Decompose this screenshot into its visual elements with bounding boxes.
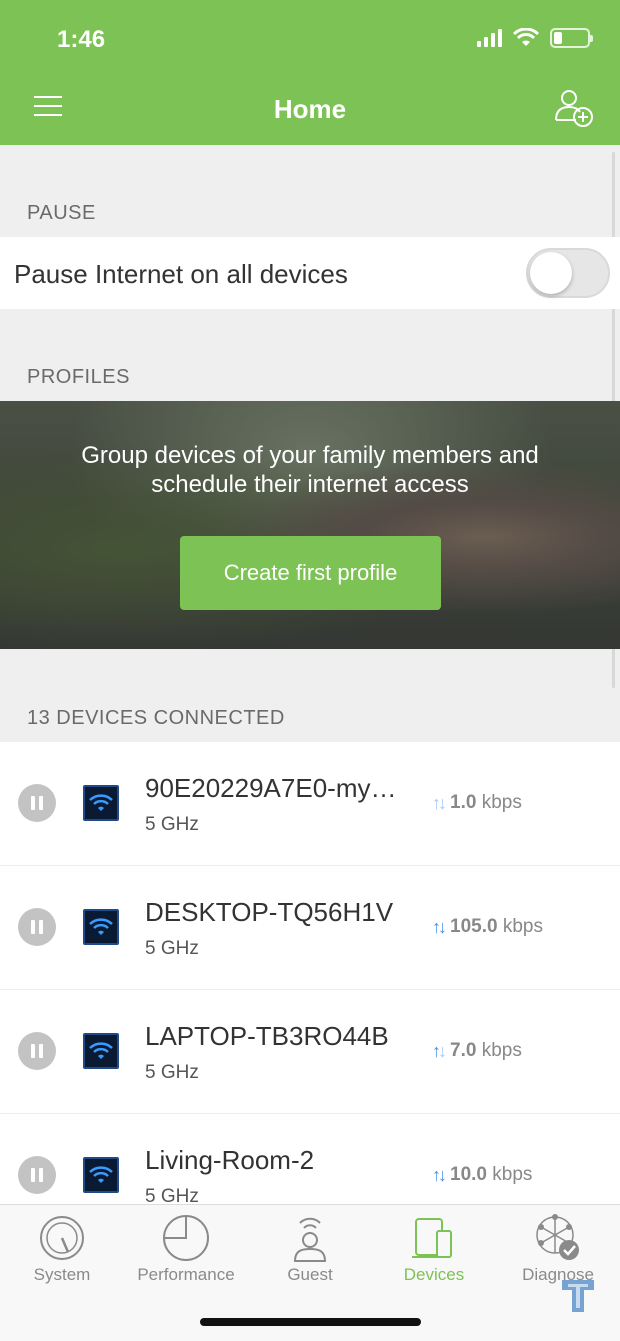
device-rate-unit: kbps	[492, 1164, 533, 1185]
device-rate-unit: kbps	[481, 792, 522, 813]
network-check-icon	[536, 1214, 579, 1260]
watermark-logo-icon	[562, 1280, 594, 1312]
device-band: 5 GHz	[145, 938, 199, 959]
device-rate-value: 1.0	[450, 792, 477, 813]
device-rate-value: 105.0	[450, 916, 498, 937]
pause-device-button[interactable]	[18, 908, 56, 946]
page-title: Home	[273, 94, 347, 124]
guest-wifi-icon	[293, 1217, 327, 1262]
device-row[interactable]: DESKTOP-TQ56H1V 5 GHz ↑↓ 105.0 kbps	[0, 866, 620, 990]
device-name: DESKTOP-TQ56H1V	[145, 897, 394, 927]
home-indicator[interactable]	[200, 1318, 421, 1326]
device-rate: ↑↓ 10.0 kbps	[432, 1164, 532, 1186]
device-rate-unit: kbps	[481, 1040, 522, 1061]
devices-section-label: 13 DEVICES CONNECTED	[27, 707, 285, 729]
pause-device-button[interactable]	[18, 1156, 56, 1194]
device-rate-value: 7.0	[450, 1040, 477, 1061]
device-list: 90E20229A7E0-my… 5 GHz ↑↓ 1.0 kbps DESKT…	[0, 742, 620, 1204]
create-profile-button[interactable]: Create first profile	[180, 536, 441, 610]
wifi-device-icon	[83, 1033, 119, 1069]
device-rate: ↑↓ 7.0 kbps	[432, 1040, 522, 1062]
device-name: LAPTOP-TB3RO44B	[145, 1021, 389, 1051]
device-row[interactable]: LAPTOP-TB3RO44B 5 GHz ↑↓ 7.0 kbps	[0, 990, 620, 1114]
pause-device-button[interactable]	[18, 1032, 56, 1070]
status-time: 1:46	[57, 26, 106, 53]
device-rate: ↑↓ 105.0 kbps	[432, 916, 543, 938]
device-name: Living-Room-2	[145, 1145, 315, 1175]
tab-devices-label: Devices	[403, 1265, 465, 1284]
device-band: 5 GHz	[145, 1186, 199, 1204]
tab-guest-label: Guest	[287, 1265, 333, 1284]
pie-chart-icon	[163, 1215, 209, 1261]
traffic-arrows-icon: ↑↓	[432, 792, 447, 813]
traffic-arrows-icon: ↑↓	[432, 1040, 447, 1061]
pause-internet-toggle[interactable]	[526, 248, 610, 298]
traffic-arrows-icon: ↑↓	[432, 916, 447, 937]
device-rate: ↑↓ 1.0 kbps	[432, 792, 522, 814]
wifi-status-icon	[512, 28, 540, 46]
gauge-icon	[40, 1216, 84, 1260]
tab-performance-label: Performance	[137, 1265, 235, 1284]
device-row[interactable]: 90E20229A7E0-my… 5 GHz ↑↓ 1.0 kbps	[0, 742, 620, 866]
pause-device-button[interactable]	[18, 784, 56, 822]
device-rate-value: 10.0	[450, 1164, 487, 1185]
status-icons	[477, 28, 593, 48]
device-band: 5 GHz	[145, 814, 199, 835]
cellular-signal-icon	[477, 29, 502, 47]
wifi-device-icon	[83, 785, 119, 821]
profiles-section-label: PROFILES	[27, 366, 130, 388]
battery-icon	[550, 28, 593, 48]
traffic-arrows-icon: ↑↓	[432, 1164, 447, 1185]
tab-system-label: System	[33, 1265, 91, 1284]
app-header: 1:46 Home	[0, 0, 620, 145]
add-user-button[interactable]	[554, 88, 594, 128]
wifi-device-icon	[83, 1157, 119, 1193]
profiles-banner: Group devices of your family members and…	[0, 401, 620, 649]
profiles-banner-text: Group devices of your family members and…	[81, 442, 539, 498]
wifi-device-icon	[83, 909, 119, 945]
device-name: 90E20229A7E0-my…	[145, 773, 397, 803]
device-rate-unit: kbps	[502, 916, 543, 937]
tab-performance[interactable]: Performance	[124, 1205, 248, 1295]
pause-internet-label: Pause Internet on all devices	[14, 259, 348, 289]
device-band: 5 GHz	[145, 1062, 199, 1083]
tab-system[interactable]: System	[0, 1205, 124, 1295]
device-row[interactable]: Living-Room-2 5 GHz ↑↓ 10.0 kbps	[0, 1114, 620, 1204]
devices-icon	[412, 1218, 452, 1258]
tab-guest[interactable]: Guest	[248, 1205, 372, 1295]
pause-section-label: PAUSE	[27, 202, 96, 224]
tab-devices[interactable]: Devices	[372, 1205, 496, 1295]
